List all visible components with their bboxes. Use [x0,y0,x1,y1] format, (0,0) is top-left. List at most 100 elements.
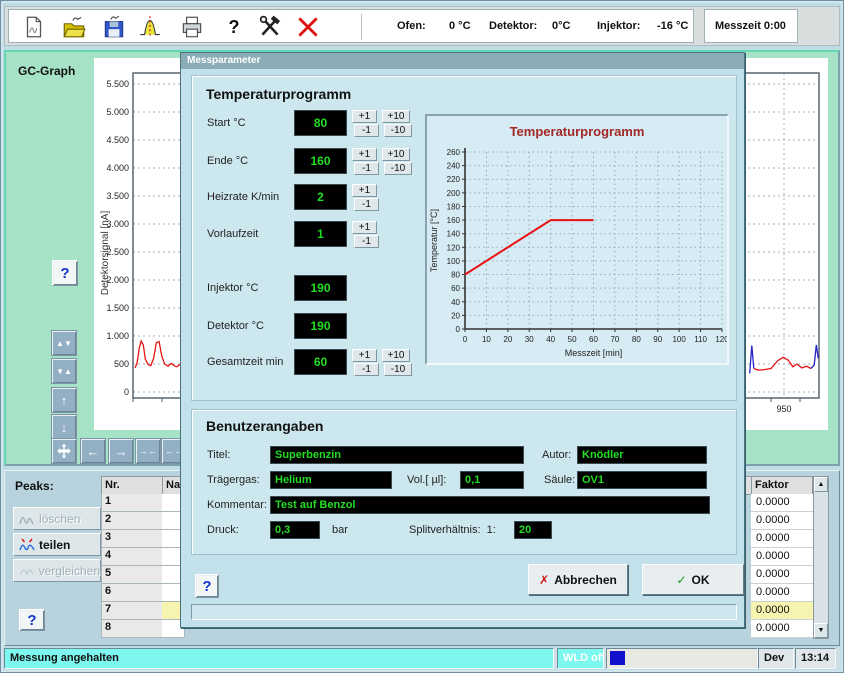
spinner-plus1-button[interactable]: +1 [352,349,377,362]
graph-help-button[interactable]: ? [52,260,78,286]
scroll-up-button[interactable]: ↑ [51,387,77,413]
save-file-icon[interactable] [101,14,127,40]
dialog-status-strip [191,604,737,620]
temperature-fields: Start °C80+1-1+10-10Ende °C160+1-1+10-10… [192,76,432,402]
collapse-vertical-button[interactable]: ▼▲ [51,358,77,384]
druck-input[interactable]: 0,3 [270,521,320,539]
move-cross-icon [55,442,73,460]
signal-peak-icon[interactable] [137,14,163,40]
temp-field-value-2[interactable]: 2 [294,184,347,210]
spinner-minus10-button[interactable]: -10 [384,124,412,137]
scroll-down-button[interactable]: ↓ [51,414,77,440]
cancel-button[interactable]: ✗ Abbrechen [528,564,628,595]
spinner-minus1-button[interactable]: -1 [354,162,379,175]
table-scrollbar[interactable]: ▲ ▼ [813,476,829,639]
tools-icon[interactable] [257,14,283,40]
traegergas-input[interactable]: Helium [270,471,392,489]
toolbar-field: ? Ofen: 0 °C Detektor: 0°C Injektor: -16… [8,9,694,43]
table-row-faktor[interactable]: 0.0000 [751,548,813,566]
spinner-minus10-button[interactable]: -10 [384,162,412,175]
status-bar: Messung angehalten WLD off Dev 13:14 [4,648,840,669]
peak-split-button[interactable]: teilen [13,533,101,556]
scroll-left-button[interactable]: ← [80,438,106,464]
scrollbar-down-icon[interactable]: ▼ [814,623,828,638]
temp-field-label: Ende °C [207,155,248,167]
benutzerangaben-groupbox: Benutzerangaben Titel: Superbenzin Autor… [191,409,737,555]
dialog-help-button[interactable]: ? [195,574,219,598]
new-file-icon[interactable] [21,14,47,40]
saeule-input[interactable]: OV1 [577,471,707,489]
svg-text:60: 60 [589,335,598,344]
injektor-label: Injektor: [597,20,640,32]
peak-compare-button[interactable]: vergleichen [13,559,101,582]
svg-text:500: 500 [114,359,129,369]
ok-label: OK [692,573,710,587]
temp-field-value-3[interactable]: 1 [294,221,347,247]
collapse-horizontal-icon: →← [139,447,157,456]
kommentar-input[interactable]: Test auf Benzol [270,496,710,514]
vol-input[interactable]: 0,1 [460,471,524,489]
temp-field-value-0[interactable]: 80 [294,110,347,136]
peak-delete-button[interactable]: löschen [13,507,101,530]
spinner-minus1-button[interactable]: -1 [354,198,379,211]
collapse-horizontal-button[interactable]: →← [135,438,161,464]
table-row-faktor[interactable]: 0.0000 [751,530,813,548]
svg-text:1.500: 1.500 [106,303,129,313]
spinner-minus1-button[interactable]: -1 [354,124,379,137]
spinner-plus1-button[interactable]: +1 [352,110,377,123]
print-icon[interactable] [179,14,205,40]
spinner-plus1-button[interactable]: +1 [352,184,377,197]
temp-field-label: Vorlaufzeit [207,228,258,240]
svg-text:10: 10 [482,335,491,344]
scrollbar-up-icon[interactable]: ▲ [814,477,828,492]
svg-text:220: 220 [447,175,461,184]
saeule-label: Säule: [544,474,575,486]
table-row-faktor[interactable]: 0.0000 [751,566,813,584]
detektor-value: 0°C [552,20,570,32]
table-row-faktor[interactable]: 0.0000 [751,512,813,530]
temp-field-value-6[interactable]: 60 [294,349,347,375]
peaks-help-button[interactable]: ? [19,609,45,631]
pan-move-button[interactable] [51,438,77,464]
autor-input[interactable]: Knödler [577,446,707,464]
spinner-plus1-button[interactable]: +1 [352,221,377,234]
svg-text:Messzeit [min]: Messzeit [min] [565,348,623,358]
scroll-right-button[interactable]: → [108,438,134,464]
expand-vertical-button[interactable]: ▲▼ [51,330,77,356]
spinner-minus10-button[interactable]: -10 [384,363,412,376]
svg-text:40: 40 [451,298,460,307]
table-row-faktor[interactable]: 0.0000 [751,494,813,512]
kommentar-label: Kommentar: [207,499,267,511]
table-row-faktor[interactable]: 0.0000 [751,602,813,620]
svg-text:100: 100 [672,335,686,344]
vol-label: Vol.[ µl]: [407,474,446,486]
table-row-faktor[interactable]: 0.0000 [751,584,813,602]
svg-text:4.000: 4.000 [106,163,129,173]
spinner-minus1-button[interactable]: -1 [354,363,379,376]
temp-field-value-1[interactable]: 160 [294,148,347,174]
help-icon[interactable]: ? [221,14,247,40]
spinner-plus10-button[interactable]: +10 [382,148,410,161]
open-file-icon[interactable] [61,14,87,40]
svg-text:3.500: 3.500 [106,191,129,201]
spinner-minus1-button[interactable]: -1 [354,235,379,248]
svg-text:Detektorsignal [nA]: Detektorsignal [nA] [100,211,111,296]
svg-text:0: 0 [456,325,461,334]
temp-field-value-5[interactable]: 190 [294,313,347,339]
table-row-nr: 5 [101,566,163,584]
abort-icon[interactable] [295,14,321,40]
svg-text:0: 0 [463,335,468,344]
spinner-plus10-button[interactable]: +10 [382,349,410,362]
temp-field-value-4[interactable]: 190 [294,275,347,301]
svg-text:4.500: 4.500 [106,135,129,145]
spinner-plus1-button[interactable]: +1 [352,148,377,161]
ok-button[interactable]: ✓ OK [642,564,744,595]
titel-input[interactable]: Superbenzin [270,446,524,464]
table-row-nr: 4 [101,548,163,566]
table-row-faktor[interactable]: 0.0000 [751,620,813,638]
svg-text:20: 20 [451,311,460,320]
dialog-titlebar[interactable]: Messparameter [181,53,744,69]
split-input[interactable]: 20 [514,521,552,539]
spinner-plus10-button[interactable]: +10 [382,110,410,123]
temp-field-label: Start °C [207,117,246,129]
